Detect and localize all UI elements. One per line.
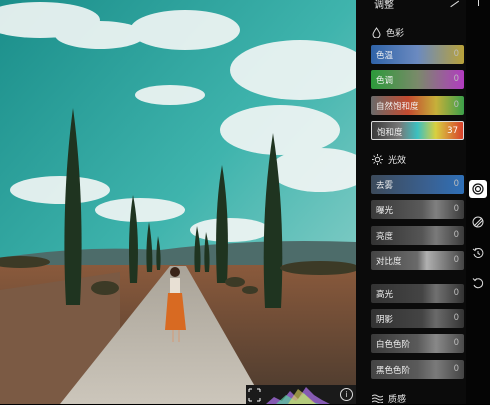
slider-label: 亮度 bbox=[376, 232, 394, 242]
light-section-title: 光效 bbox=[388, 156, 407, 166]
slider-value: 0 bbox=[453, 49, 459, 59]
slider-label: 去雾 bbox=[376, 181, 394, 191]
slider-shadows[interactable]: 阴影 0 bbox=[371, 309, 464, 328]
light-section-header: 光效 bbox=[372, 153, 406, 166]
slider-blacks[interactable]: 黑色色阶 0 bbox=[371, 360, 464, 379]
slider-vibrance[interactable]: 自然饱和度 0 bbox=[371, 96, 464, 115]
expand-icon bbox=[248, 388, 261, 402]
slider-value: 0 bbox=[453, 364, 459, 374]
adjust-icon[interactable] bbox=[469, 180, 487, 198]
filter-icon[interactable] bbox=[469, 213, 487, 231]
undo-icon[interactable] bbox=[469, 274, 487, 292]
info-icon[interactable]: i bbox=[340, 388, 353, 401]
slider-label: 白色色阶 bbox=[376, 340, 411, 350]
photo-image bbox=[0, 0, 356, 404]
droplet-icon bbox=[372, 27, 381, 38]
slider-whites[interactable]: 白色色阶 0 bbox=[371, 334, 464, 353]
slider-value: 0 bbox=[453, 338, 459, 348]
color-section-title: 色彩 bbox=[386, 29, 405, 39]
slider-dehaze[interactable]: 去雾 0 bbox=[371, 175, 464, 194]
slider-value: 37 bbox=[447, 126, 458, 136]
slider-value: 0 bbox=[453, 313, 459, 323]
slider-brightness[interactable]: 亮度 0 bbox=[371, 226, 464, 245]
slider-label: 色调 bbox=[376, 76, 394, 86]
panel-title: 调整 bbox=[374, 0, 394, 11]
slider-exposure[interactable]: 曝光 0 bbox=[371, 200, 464, 219]
slider-label: 色温 bbox=[376, 51, 394, 61]
slider-tint[interactable]: 色调 0 bbox=[371, 70, 464, 89]
tool-rail bbox=[466, 0, 490, 404]
texture-section-title: 质感 bbox=[388, 395, 407, 405]
slider-temperature[interactable]: 色温 0 bbox=[371, 45, 464, 64]
slider-contrast[interactable]: 对比度 0 bbox=[371, 251, 464, 270]
slider-value: 0 bbox=[453, 179, 459, 189]
color-section-header: 色彩 bbox=[372, 26, 404, 39]
photo-canvas[interactable]: i bbox=[0, 0, 356, 404]
slider-highlights[interactable]: 高光 0 bbox=[371, 284, 464, 303]
slider-label: 黑色色阶 bbox=[376, 366, 411, 376]
slider-label: 自然饱和度 bbox=[376, 102, 419, 112]
texture-icon bbox=[372, 394, 383, 403]
texture-section-header: 质感 bbox=[372, 392, 406, 405]
slider-label: 曝光 bbox=[376, 206, 394, 216]
slider-label: 饱和度 bbox=[377, 128, 403, 138]
edit-icon[interactable] bbox=[446, 0, 460, 8]
slider-label: 对比度 bbox=[376, 257, 402, 267]
slider-value: 0 bbox=[453, 288, 459, 298]
slider-saturation[interactable]: 饱和度 37 bbox=[371, 121, 464, 140]
slider-value: 0 bbox=[453, 230, 459, 240]
slider-label: 高光 bbox=[376, 290, 394, 300]
collapse-handle[interactable] bbox=[478, 0, 479, 6]
slider-label: 阴影 bbox=[376, 315, 394, 325]
histogram[interactable]: i bbox=[246, 385, 356, 404]
slider-value: 0 bbox=[453, 255, 459, 265]
slider-value: 0 bbox=[453, 204, 459, 214]
slider-value: 0 bbox=[453, 74, 459, 84]
slider-value: 0 bbox=[453, 100, 459, 110]
history-icon[interactable] bbox=[469, 244, 487, 262]
sun-icon bbox=[372, 154, 383, 165]
adjust-panel: 调整 色彩 色温 0 色调 0 自然饱和度 0 饱和度 37 光效 去雾 0 曝… bbox=[356, 0, 466, 405]
